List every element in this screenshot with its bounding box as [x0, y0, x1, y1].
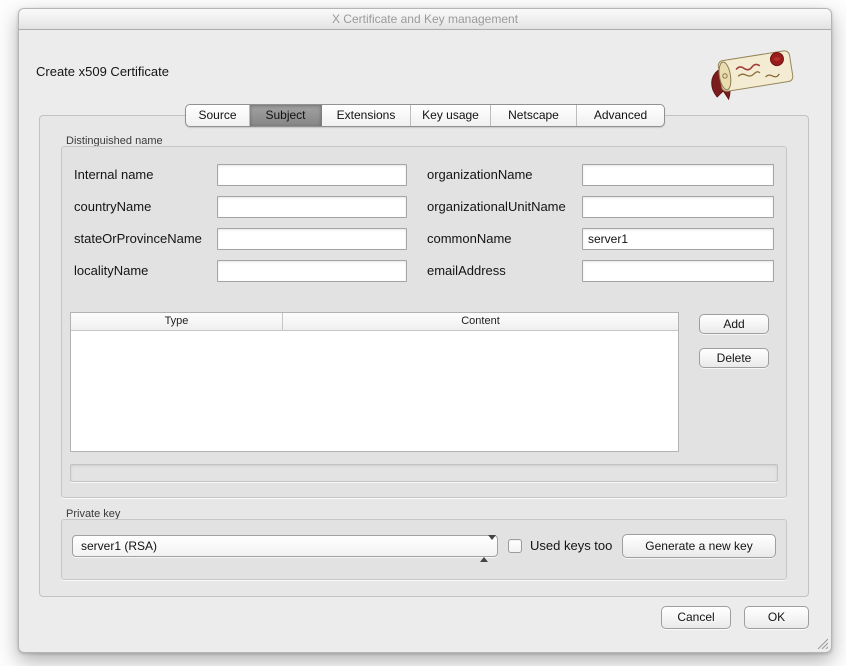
dn-entries-table[interactable]: Type Content: [70, 312, 679, 452]
used-keys-checkbox[interactable]: [508, 539, 522, 553]
tab-netscape[interactable]: Netscape: [491, 105, 577, 126]
private-key-select-value: server1 (RSA): [81, 536, 157, 556]
private-key-select[interactable]: server1 (RSA): [72, 535, 498, 557]
ok-button[interactable]: OK: [744, 606, 809, 629]
private-key-group: server1 (RSA) Used keys too Generate a n…: [61, 519, 787, 580]
state-or-province-name-input[interactable]: [217, 228, 407, 250]
organizational-unit-name-label: organizationalUnitName: [427, 196, 566, 218]
title-bar[interactable]: X Certificate and Key management: [19, 9, 831, 30]
tab-key-usage[interactable]: Key usage: [411, 105, 491, 126]
dialog-window: X Certificate and Key management Create …: [18, 8, 832, 653]
stepper-icon: [480, 540, 489, 553]
xca-logo-icon: [705, 45, 801, 103]
internal-name-label: Internal name: [74, 164, 154, 186]
cancel-button[interactable]: Cancel: [661, 606, 731, 629]
common-name-input[interactable]: [582, 228, 774, 250]
tab-subject[interactable]: Subject: [250, 105, 322, 126]
email-address-label: emailAddress: [427, 260, 506, 282]
locality-name-label: localityName: [74, 260, 148, 282]
organization-name-input[interactable]: [582, 164, 774, 186]
organizational-unit-name-input[interactable]: [582, 196, 774, 218]
country-name-input[interactable]: [217, 196, 407, 218]
dn-entries-table-header: Type Content: [71, 313, 678, 331]
state-or-province-name-label: stateOrProvinceName: [74, 228, 202, 250]
window-title: X Certificate and Key management: [332, 12, 518, 26]
email-address-input[interactable]: [582, 260, 774, 282]
country-name-label: countryName: [74, 196, 151, 218]
page-title: Create x509 Certificate: [36, 64, 169, 79]
tab-extensions[interactable]: Extensions: [322, 105, 411, 126]
column-header-type[interactable]: Type: [71, 313, 283, 330]
column-header-content[interactable]: Content: [283, 313, 678, 330]
internal-name-input[interactable]: [217, 164, 407, 186]
distinguished-name-group: Internal name countryName stateOrProvinc…: [61, 146, 787, 498]
delete-button[interactable]: Delete: [699, 348, 769, 368]
desktop-background: X Certificate and Key management Create …: [0, 0, 846, 666]
tab-source[interactable]: Source: [186, 105, 250, 126]
tab-advanced[interactable]: Advanced: [577, 105, 664, 126]
organization-name-label: organizationName: [427, 164, 533, 186]
resize-grip[interactable]: [815, 636, 828, 649]
locality-name-input[interactable]: [217, 260, 407, 282]
used-keys-label[interactable]: Used keys too: [530, 536, 612, 556]
common-name-label: commonName: [427, 228, 512, 250]
generate-new-key-button[interactable]: Generate a new key: [622, 534, 776, 558]
tab-bar: Source Subject Extensions Key usage Nets…: [185, 104, 665, 127]
dn-entry-bar: [70, 464, 778, 482]
add-button[interactable]: Add: [699, 314, 769, 334]
